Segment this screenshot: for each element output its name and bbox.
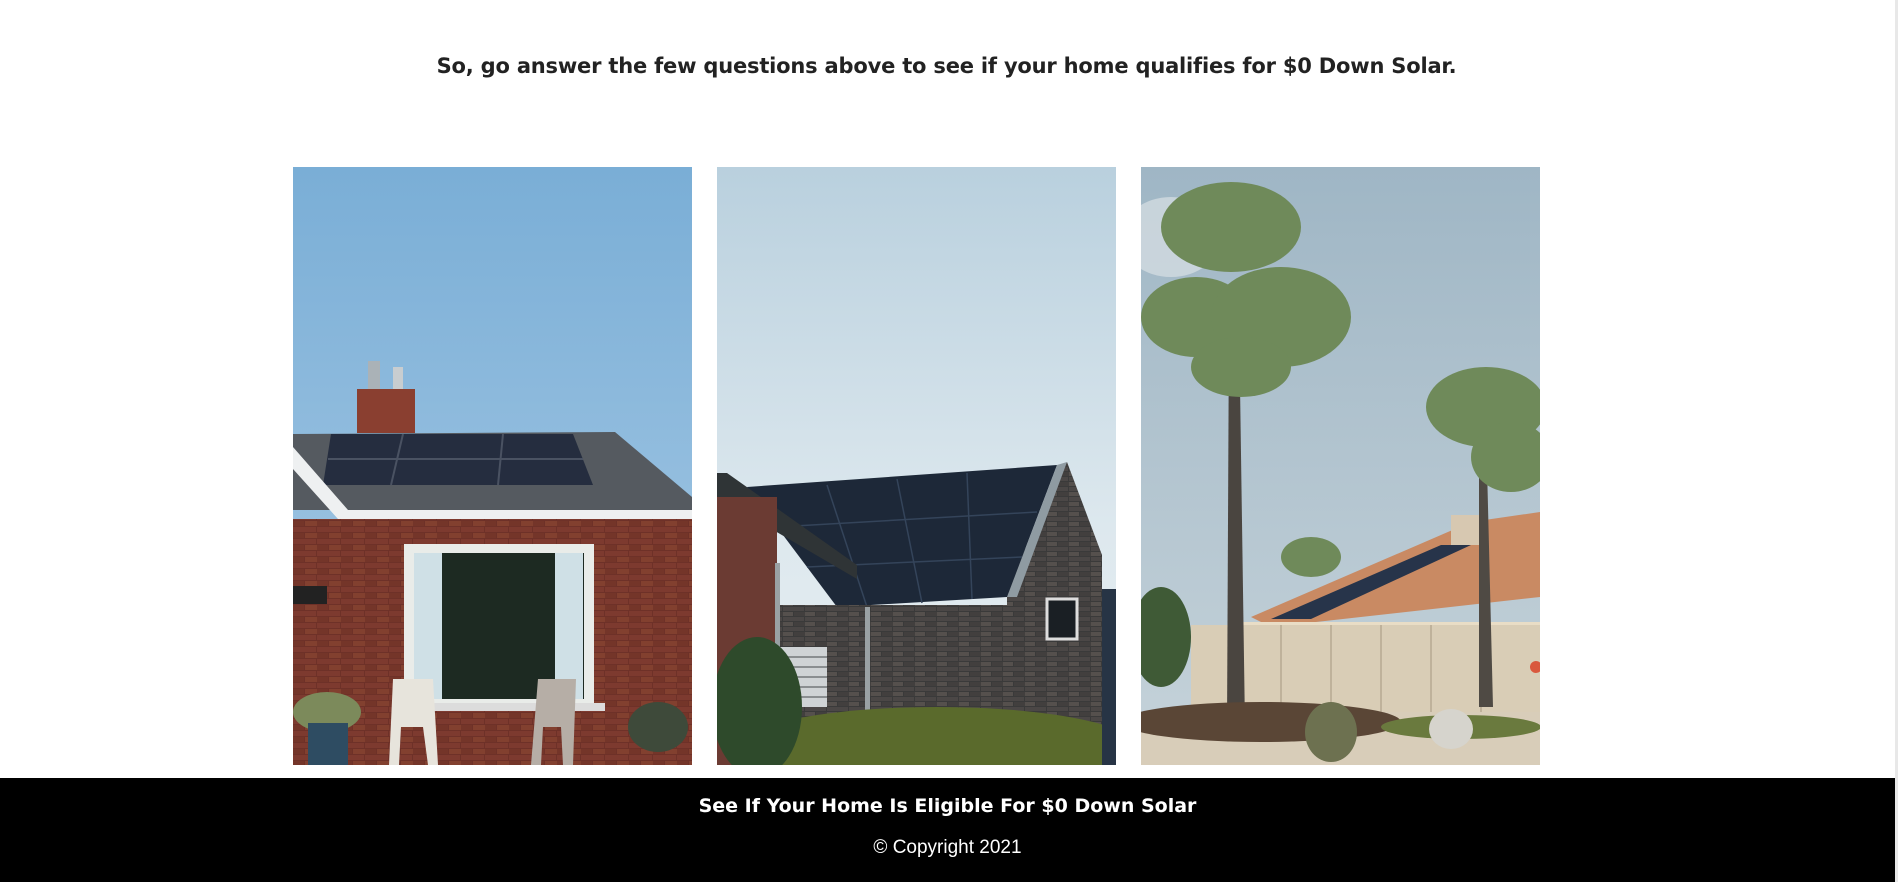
- page-headline: So, go answer the few questions above to…: [436, 54, 1457, 79]
- site-footer: See If Your Home Is Eligible For $0 Down…: [0, 778, 1895, 882]
- gallery-photo-3: [1141, 167, 1540, 765]
- footer-copyright: © Copyright 2021: [873, 837, 1022, 858]
- gallery-photo-1: [293, 167, 692, 765]
- gallery-photo-2: [717, 167, 1116, 765]
- footer-cta-heading: See If Your Home Is Eligible For $0 Down…: [698, 795, 1197, 817]
